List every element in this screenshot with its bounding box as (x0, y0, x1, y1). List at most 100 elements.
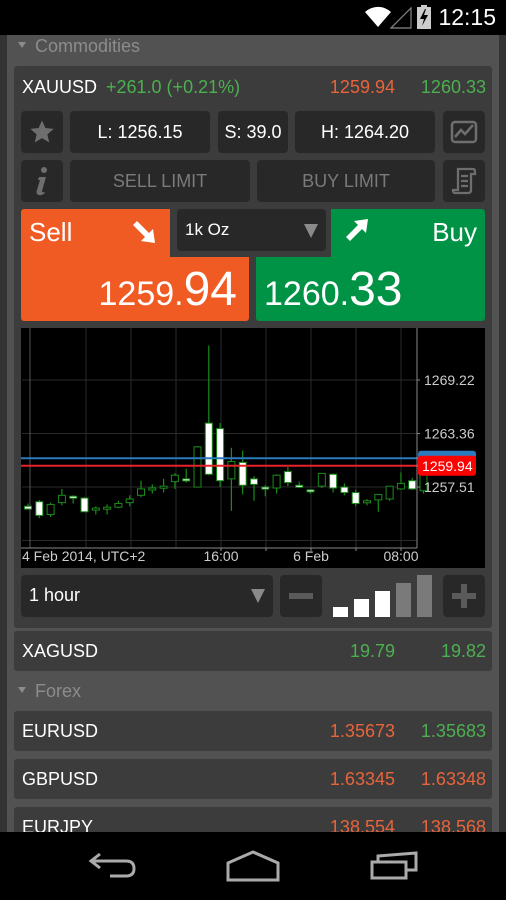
sell-price-pips: 94 (183, 263, 237, 316)
history-button[interactable] (443, 160, 485, 202)
bid-price-marker-label: 1259.94 (422, 458, 473, 474)
arrow-up-right-icon (346, 219, 368, 241)
candle (148, 484, 157, 494)
timeframe-dropdown[interactable]: 1 hour (21, 575, 273, 617)
candle (35, 499, 44, 519)
buy-label: Buy (432, 217, 477, 247)
quantity-dropdown[interactable]: 1k Oz (177, 209, 326, 251)
recents-icon[interactable] (370, 850, 420, 880)
bid-price: 1.63345 (329, 769, 395, 789)
dropdown-arrow-icon (304, 224, 318, 238)
buy-price-main: 1260. (264, 275, 350, 313)
instrument-row-xagusd[interactable]: XAGUSD 19.79 19.82 (14, 631, 492, 671)
instrument-row-eurusd[interactable]: EURUSD 1.35673 1.35683 (14, 711, 492, 751)
ask-price: 19.82 (440, 641, 486, 661)
candle-body (283, 471, 292, 484)
candle-body (137, 488, 145, 496)
candle (238, 450, 247, 495)
section-title: Commodities (35, 36, 141, 56)
candle (272, 474, 281, 494)
timeframe-value: 1 hour (29, 585, 81, 605)
candle-body (91, 507, 100, 511)
candle-body (340, 486, 349, 494)
collapse-triangle-icon (18, 687, 26, 694)
candle (103, 504, 112, 515)
candle (69, 495, 78, 504)
favorite-button[interactable] (21, 111, 63, 153)
candle (250, 476, 258, 501)
candle-body (80, 497, 89, 513)
clock: 12:15 (438, 4, 496, 30)
buy-limit-button[interactable]: BUY LIMIT (257, 160, 435, 202)
chart-axes: 1269.22 1263.36 1257.51 1259.94 4 Feb 2014, … (21, 328, 476, 564)
sell-limit-button[interactable]: SELL LIMIT (70, 160, 250, 202)
candle-body (69, 495, 78, 499)
candle-body (103, 506, 112, 510)
x-tick-label: 6 Feb (293, 548, 329, 564)
buy-price-pips: 33 (349, 263, 403, 316)
candle (216, 423, 225, 488)
y-tick-label: 1257.51 (424, 479, 475, 495)
instrument-row-gbpusd[interactable]: GBPUSD 1.63345 1.63348 (14, 759, 492, 799)
candle-body (57, 494, 66, 504)
status-bar: 12:15 (0, 0, 506, 35)
candle (114, 500, 123, 509)
symbol: EURUSD (22, 721, 99, 741)
x-tick-label: 08:00 (383, 548, 418, 564)
chart-icon (450, 120, 478, 144)
x-tick-label: 4 Feb 2014, UTC+2 (22, 548, 146, 564)
candle (408, 477, 417, 490)
ask-price: 1260.33 (420, 77, 486, 97)
zoom-level-bar (417, 575, 432, 617)
ask-price: 1.35683 (420, 721, 486, 741)
cell-signal-icon (390, 7, 412, 29)
candle-body (182, 478, 191, 482)
spread: S: 39.0 (218, 111, 288, 153)
info-button[interactable] (21, 160, 63, 202)
sell-price: 1259.94 (99, 262, 237, 317)
candle-body (170, 474, 179, 483)
candle (91, 506, 100, 515)
wifi-icon (365, 6, 391, 27)
candles (24, 345, 428, 519)
zoom-level-bar (375, 591, 390, 617)
section-header-commodities[interactable]: Commodities (18, 36, 140, 57)
candle-body (317, 472, 326, 487)
candle-body (159, 485, 168, 489)
candle-body (385, 485, 394, 500)
symbol: XAGUSD (22, 641, 99, 661)
section-header-forex[interactable]: Forex (18, 681, 81, 702)
candle (125, 495, 134, 507)
low-price: L: 1256.15 (70, 111, 210, 153)
instrument-row-xauusd[interactable]: XAUUSD +261.0 (+0.21%) 1259.94 1260.33 (14, 67, 492, 107)
price-chart[interactable]: 1269.22 1263.36 1257.51 1259.94 4 Feb 2014, … (21, 328, 485, 568)
candle-body (250, 478, 258, 485)
candle-body (272, 474, 281, 489)
zoom-level-bar (333, 607, 348, 617)
home-icon[interactable] (226, 850, 280, 882)
navigation-bar (0, 832, 506, 900)
star-icon (30, 120, 54, 143)
zoom-out-button[interactable] (280, 575, 322, 617)
bid-price: 1259.94 (329, 77, 395, 97)
section-title: Forex (35, 681, 82, 701)
candle-body (24, 505, 32, 510)
bid-price: 19.79 (349, 641, 395, 661)
arrow-down-right-icon (133, 221, 155, 243)
candle (204, 345, 213, 476)
candle-body (261, 486, 270, 490)
back-icon[interactable] (88, 850, 136, 880)
candle-body (306, 489, 315, 493)
collapse-triangle-icon (18, 42, 26, 49)
sell-price-main: 1259. (98, 275, 184, 313)
info-icon (36, 167, 47, 196)
candle (295, 481, 304, 489)
chart-button[interactable] (443, 111, 485, 153)
high-price: H: 1264.20 (295, 111, 435, 153)
candle (363, 498, 371, 506)
zoom-level-bar (396, 583, 411, 617)
zoom-in-button[interactable] (443, 575, 485, 617)
candle (57, 488, 66, 506)
minus-icon (289, 593, 313, 599)
plus-icon (452, 584, 476, 608)
